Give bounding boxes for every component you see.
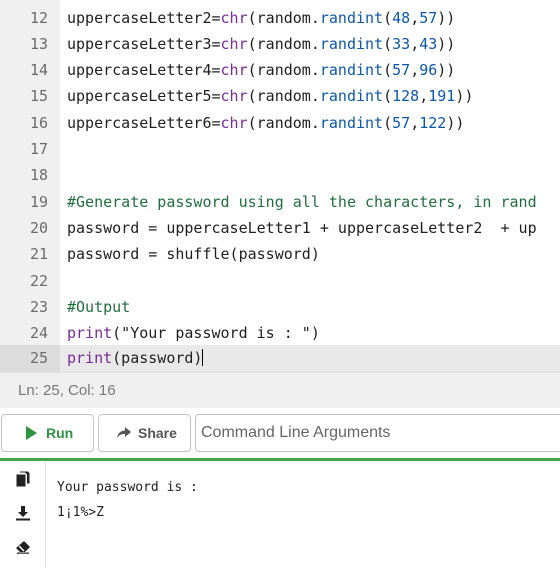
eraser-icon[interactable] — [13, 537, 33, 557]
code-text[interactable]: uppercaseLetter5=chr(random.randint(128,… — [67, 83, 473, 109]
line-number: 25 — [0, 345, 60, 372]
code-line[interactable]: 20 password = uppercaseLetter1 + upperca… — [0, 215, 560, 241]
code-line[interactable]: 17 — [0, 136, 560, 162]
code-content: uppercaseLetter2=chr(random.randint(48,5… — [67, 8, 456, 27]
line-number: 15 — [29, 87, 48, 106]
code-content: password = shuffle(password) — [67, 245, 320, 264]
code-text[interactable]: password = shuffle(password) — [67, 241, 320, 267]
play-icon — [26, 426, 37, 440]
line-number: 20 — [29, 218, 48, 237]
output-pane: Your password is : 1¡1%>Z — [0, 461, 560, 568]
line-number: 22 — [29, 271, 48, 290]
code-line[interactable]: 19 #Generate password using all the char… — [0, 189, 560, 215]
share-button[interactable]: Share — [98, 414, 191, 452]
copy-icon[interactable] — [13, 469, 33, 489]
code-line[interactable]: 12 uppercaseLetter2=chr(random.randint(4… — [0, 5, 560, 31]
console-line: Your password is : — [57, 480, 198, 495]
text-cursor — [202, 349, 204, 367]
output-toolbar — [0, 461, 46, 568]
code-text[interactable]: print(password) — [67, 345, 204, 371]
code-text[interactable]: #Generate password using all the charact… — [67, 189, 537, 215]
line-number: 12 — [29, 8, 48, 27]
line-number: 19 — [29, 192, 48, 211]
code-content: uppercaseLetter6=chr(random.randint(57,1… — [67, 113, 465, 132]
code-text[interactable]: uppercaseLetter4=chr(random.randint(57,9… — [67, 57, 455, 83]
code-line[interactable]: 21 password = shuffle(password) — [0, 241, 560, 267]
code-line[interactable]: 24 print("Your password is : ") — [0, 320, 560, 346]
console-output: Your password is : 1¡1%>Z — [57, 475, 198, 525]
toolbar: Run Share — [0, 408, 560, 460]
code-text[interactable]: uppercaseLetter6=chr(random.randint(57,1… — [67, 110, 464, 136]
code-content: print(password) — [67, 349, 203, 368]
code-text[interactable]: #Output — [67, 294, 130, 320]
line-number: 14 — [29, 61, 48, 80]
line-number: 16 — [29, 113, 48, 132]
line-number: 21 — [29, 245, 48, 264]
code-text[interactable]: password = uppercaseLetter1 + uppercaseL… — [67, 215, 537, 241]
code-line[interactable]: 13 uppercaseLetter3=chr(random.randint(3… — [0, 31, 560, 57]
download-icon[interactable] — [13, 503, 33, 523]
code-editor[interactable]: 12 uppercaseLetter2=chr(random.randint(4… — [0, 0, 560, 372]
code-line[interactable]: 23 #Output — [0, 294, 560, 320]
code-content: print("Your password is : ") — [67, 324, 320, 343]
code-content: uppercaseLetter4=chr(random.randint(57,9… — [67, 61, 456, 80]
code-line[interactable]: 16 uppercaseLetter6=chr(random.randint(5… — [0, 110, 560, 136]
line-number: 18 — [29, 166, 48, 185]
share-label: Share — [138, 425, 177, 441]
cursor-position: Ln: 25, Col: 16 — [18, 382, 116, 399]
console-line: 1¡1%>Z — [57, 505, 104, 520]
editor-status-bar: Ln: 25, Col: 16 — [0, 372, 560, 408]
command-line-arguments-input[interactable] — [195, 414, 560, 452]
code-content: password = uppercaseLetter1 + uppercaseL… — [67, 218, 537, 237]
code-content: uppercaseLetter3=chr(random.randint(33,4… — [67, 34, 456, 53]
code-content: #Generate password using all the charact… — [67, 192, 537, 211]
run-label: Run — [46, 425, 74, 441]
code-line-active[interactable]: 25 print(password) — [0, 345, 560, 372]
code-content: #Output — [67, 297, 131, 316]
line-number: 17 — [29, 140, 48, 158]
code-line[interactable]: 18 — [0, 162, 560, 188]
line-number: 23 — [29, 297, 48, 316]
code-line[interactable]: 15 uppercaseLetter5=chr(random.randint(1… — [0, 83, 560, 109]
code-line[interactable]: 22 — [0, 268, 560, 294]
line-number: 24 — [29, 324, 48, 343]
code-text[interactable]: uppercaseLetter2=chr(random.randint(48,5… — [67, 5, 455, 31]
code-content: uppercaseLetter5=chr(random.randint(128,… — [67, 87, 474, 106]
run-button[interactable]: Run — [1, 414, 94, 452]
share-icon — [117, 427, 131, 439]
code-text[interactable]: uppercaseLetter3=chr(random.randint(33,4… — [67, 31, 455, 57]
line-number: 13 — [29, 34, 48, 53]
code-text[interactable]: print("Your password is : ") — [67, 320, 320, 346]
code-line[interactable]: 14 uppercaseLetter4=chr(random.randint(5… — [0, 57, 560, 83]
